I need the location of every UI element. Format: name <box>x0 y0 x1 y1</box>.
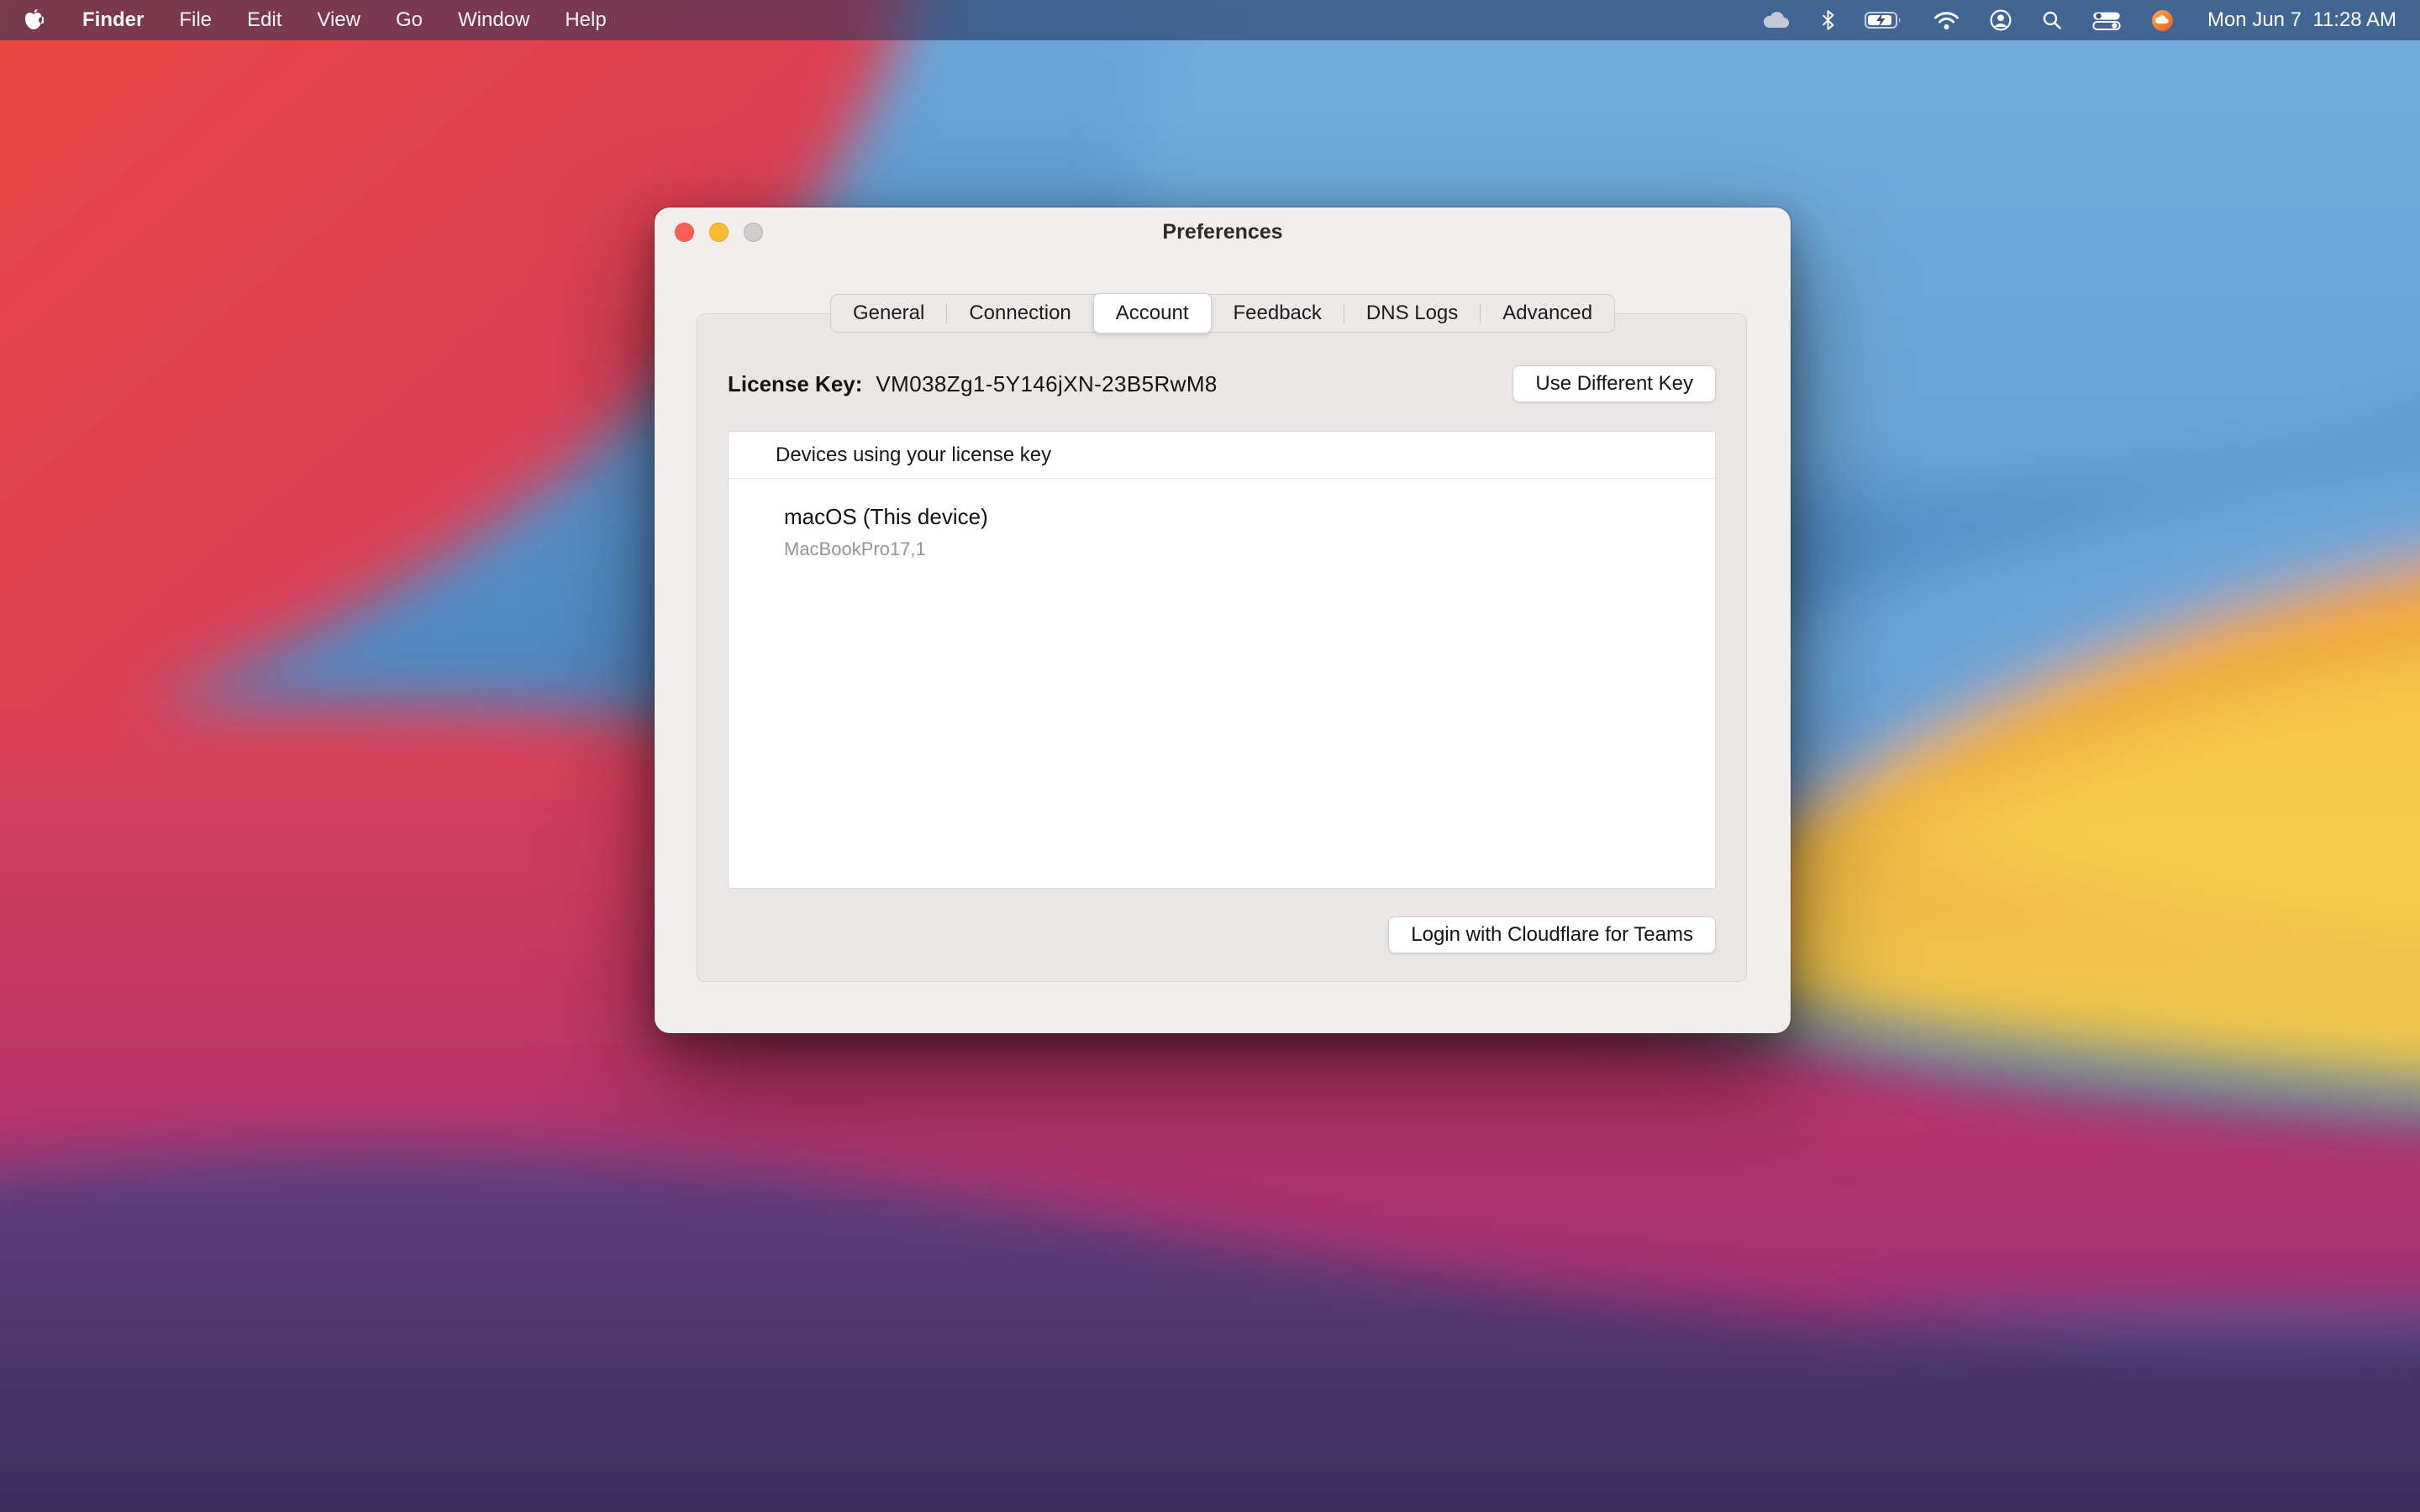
traffic-lights <box>675 223 763 242</box>
menu-bar-status: Mon Jun 7 11:28 AM <box>1761 8 2396 32</box>
devices-list-header: Devices using your license key <box>729 432 1715 479</box>
use-different-key-button[interactable]: Use Different Key <box>1512 365 1716 402</box>
tab-advanced[interactable]: Advanced <box>1481 295 1614 332</box>
tab-account-selected[interactable]: Account <box>1093 293 1212 333</box>
login-cloudflare-teams-button[interactable]: Login with Cloudflare for Teams <box>1388 916 1716 953</box>
menu-view[interactable]: View <box>317 8 360 32</box>
bluetooth-icon[interactable] <box>1822 10 1834 30</box>
cloudflare-warp-menu-icon[interactable] <box>2151 9 2174 32</box>
device-name: macOS (This device) <box>784 504 1715 530</box>
tab-feedback[interactable]: Feedback <box>1211 295 1343 332</box>
preferences-window: Preferences General Connection Account F… <box>655 207 1791 1033</box>
minimize-button[interactable] <box>709 223 729 242</box>
window-title: Preferences <box>1162 220 1282 244</box>
battery-charging-icon[interactable] <box>1865 10 1903 30</box>
menu-file[interactable]: File <box>179 8 212 32</box>
menu-app-name[interactable]: Finder <box>82 8 144 32</box>
control-center-icon[interactable] <box>2092 11 2121 30</box>
spotlight-search-icon[interactable] <box>2042 10 2062 30</box>
cloud-icon[interactable] <box>1761 10 1791 30</box>
device-list-item: macOS (This device) MacBookPro17,1 <box>729 479 1715 560</box>
devices-list-box: Devices using your license key macOS (Th… <box>728 431 1716 889</box>
menu-bar-clock[interactable]: Mon Jun 7 11:28 AM <box>2207 8 2396 32</box>
preferences-tab-strip: General Connection Account Feedback DNS … <box>830 294 1615 333</box>
user-account-icon[interactable] <box>1990 9 2012 31</box>
license-key-row: License Key: VM038Zg1-5Y146jXN-23B5RwM8 … <box>728 365 1716 403</box>
tab-connection[interactable]: Connection <box>947 295 1092 332</box>
apple-menu-icon[interactable] <box>24 8 44 32</box>
menu-help[interactable]: Help <box>565 8 606 32</box>
menu-go[interactable]: Go <box>396 8 423 32</box>
tab-general[interactable]: General <box>831 295 946 332</box>
license-key-label: License Key: <box>728 371 862 397</box>
window-titlebar[interactable]: Preferences <box>655 207 1791 256</box>
close-button[interactable] <box>675 223 694 242</box>
menu-bar-left: Finder File Edit View Go Window Help <box>24 8 607 32</box>
zoom-button-disabled <box>744 223 763 242</box>
account-tab-panel: License Key: VM038Zg1-5Y146jXN-23B5RwM8 … <box>697 313 1747 982</box>
menu-window[interactable]: Window <box>458 8 529 32</box>
menu-edit[interactable]: Edit <box>247 8 281 32</box>
wifi-icon[interactable] <box>1933 10 1960 30</box>
device-model: MacBookPro17,1 <box>784 538 1715 560</box>
tab-dns-logs[interactable]: DNS Logs <box>1344 295 1480 332</box>
license-key-value: VM038Zg1-5Y146jXN-23B5RwM8 <box>876 371 1217 397</box>
menu-bar: Finder File Edit View Go Window Help <box>0 0 2420 40</box>
